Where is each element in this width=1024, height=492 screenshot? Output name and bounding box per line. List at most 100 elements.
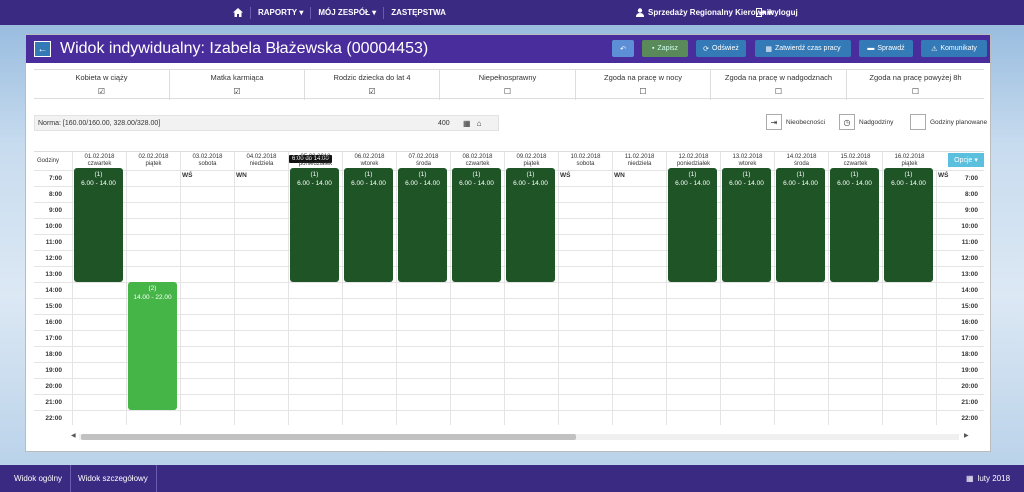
attr-niepelnosprawny: Niepełnosprawny ☐ <box>439 70 575 100</box>
hour-label-right: 22:00 <box>961 415 978 422</box>
day-date: 16.02.2018 <box>894 154 925 160</box>
checkbox-unchecked-icon[interactable]: ☐ <box>847 87 984 96</box>
shift-block[interactable]: (1) 6.00 - 14.00 <box>398 168 447 282</box>
hour-label-right: 10:00 <box>961 223 978 230</box>
shift-count: (1) <box>688 171 697 178</box>
back-button[interactable]: ← <box>34 41 51 57</box>
user-menu[interactable]: Sprzedaży Regionalny Kierownik <box>636 0 773 25</box>
tab-widok-szczegolowy[interactable]: Widok szczegółowy <box>70 465 157 492</box>
logout-icon <box>756 8 765 17</box>
messages-button[interactable]: ⚠ Komunikaty <box>921 40 987 57</box>
tab-widok-ogolny[interactable]: Widok ogólny <box>6 465 72 492</box>
home-icon[interactable] <box>226 7 250 19</box>
scroll-thumb[interactable] <box>81 434 576 440</box>
shift-time: 6.00 - 14.00 <box>459 180 494 187</box>
options-button[interactable]: Opcje ▾ <box>948 153 984 167</box>
nav-zastepstwa[interactable]: ZASTĘPSTWA <box>383 6 453 19</box>
norm-value: 400 <box>438 119 450 127</box>
shift-block[interactable]: (2) 14.00 - 22.00 <box>128 282 177 410</box>
refresh-icon: ⟳ <box>703 45 710 53</box>
day-off-marker: WN <box>236 172 247 179</box>
save-button[interactable]: ▪ Zapisz <box>642 40 688 57</box>
scroll-right-icon[interactable]: ▶ <box>964 432 969 439</box>
shift-block[interactable]: (1) 6.00 - 14.00 <box>74 168 123 282</box>
shift-block[interactable]: (1) 6.00 - 14.00 <box>344 168 393 282</box>
hour-label: 20:00 <box>45 383 62 390</box>
nav-moj-zespol[interactable]: MÓJ ZESPÓŁ ▾ <box>310 6 383 19</box>
day-header: 10.02.2018 sobota <box>558 152 612 170</box>
planned-hours-icon <box>910 114 926 130</box>
day-weekday: czwartek <box>465 161 490 167</box>
day-header: 03.02.2018 sobota <box>180 152 234 170</box>
scroll-left-icon[interactable]: ◀ <box>71 432 76 439</box>
home-icon[interactable]: ⌂ <box>477 119 482 128</box>
hour-label: 18:00 <box>45 351 62 358</box>
clock-icon: ◷ <box>839 114 855 130</box>
shift-block[interactable]: (1) 6.00 - 14.00 <box>668 168 717 282</box>
logout-link[interactable]: wyloguj <box>756 0 798 25</box>
day-weekday: niedziela <box>627 161 652 167</box>
shift-time: 6.00 - 14.00 <box>297 180 332 187</box>
schedule-grid: Godziny 6:00 do 14:00 Opcje ▾ 01.02.2018… <box>34 151 984 425</box>
shift-time: 14.00 - 22.00 <box>133 294 172 301</box>
checkbox-unchecked-icon[interactable]: ☐ <box>440 87 575 96</box>
hour-label-right: 7:00 <box>964 175 978 182</box>
day-weekday: piątek <box>145 161 162 167</box>
attr-praca-w-nocy: Zgoda na pracę w nocy ☐ <box>575 70 710 100</box>
shift-block[interactable]: (1) 6.00 - 14.00 <box>722 168 771 282</box>
day-date: 01.02.2018 <box>84 154 115 160</box>
legend-nieobecnosci[interactable]: ⇥ Nieobecności <box>766 114 825 130</box>
day-date: 14.02.2018 <box>786 154 817 160</box>
day-off-marker: WN <box>614 172 625 179</box>
legend-nadgodziny[interactable]: ◷ Nadgodziny <box>839 114 893 130</box>
hour-label: 16:00 <box>45 319 62 326</box>
truck-icon: ▬ <box>867 45 875 52</box>
shift-block[interactable]: (1) 6.00 - 14.00 <box>830 168 879 282</box>
nav-raporty[interactable]: RAPORTY ▾ <box>250 6 310 19</box>
checkbox-unchecked-icon[interactable]: ☐ <box>576 87 710 96</box>
checkbox-checked-icon[interactable]: ☑ <box>34 87 169 96</box>
norm-bar: Norma: [160.00/160.00, 328.00/328.00] 40… <box>34 115 499 131</box>
day-date: 13.02.2018 <box>732 154 763 160</box>
hour-label: 17:00 <box>45 335 62 342</box>
legend-godziny-planowane[interactable]: Godziny planowane <box>910 114 987 130</box>
day-weekday: piątek <box>523 161 540 167</box>
day-weekday: środa <box>793 161 809 167</box>
hour-label: 8:00 <box>48 191 62 198</box>
shift-block[interactable]: (1) 6.00 - 14.00 <box>290 168 339 282</box>
user-icon <box>636 8 644 17</box>
day-off-marker: WŚ <box>560 172 571 179</box>
hour-label-right: 12:00 <box>961 255 978 262</box>
checkbox-unchecked-icon[interactable]: ☐ <box>711 87 846 96</box>
hour-label: 7:00 <box>48 175 62 182</box>
hour-label-right: 18:00 <box>961 351 978 358</box>
hour-label-right: 11:00 <box>961 239 978 246</box>
shift-count: (1) <box>418 171 427 178</box>
checkbox-checked-icon[interactable]: ☑ <box>305 87 439 96</box>
check-button[interactable]: ▬ Sprawdź <box>859 40 913 57</box>
day-weekday: sobota <box>576 161 595 167</box>
shift-count: (1) <box>742 171 751 178</box>
day-date: 10.02.2018 <box>570 154 601 160</box>
approve-time-button[interactable]: ▦ Zatwierdź czas pracy <box>755 40 851 57</box>
hour-label-right: 13:00 <box>961 271 978 278</box>
shift-block[interactable]: (1) 6.00 - 14.00 <box>452 168 501 282</box>
hour-label-right: 9:00 <box>964 207 978 214</box>
day-date: 12.02.2018 <box>678 154 709 160</box>
day-weekday: poniedziałek <box>298 161 333 167</box>
shift-block[interactable]: (1) 6.00 - 14.00 <box>506 168 555 282</box>
checkbox-checked-icon[interactable]: ☑ <box>170 87 304 96</box>
undo-button[interactable]: ↶ <box>612 40 634 57</box>
floppy-icon: ▪ <box>651 45 655 52</box>
shift-count: (1) <box>472 171 481 178</box>
calendar-icon[interactable]: ▦ <box>463 119 471 128</box>
shift-time: 6.00 - 14.00 <box>891 180 926 187</box>
shift-block[interactable]: (1) 6.00 - 14.00 <box>884 168 933 282</box>
shift-time: 6.00 - 14.00 <box>783 180 818 187</box>
shift-count: (1) <box>94 171 103 178</box>
shift-block[interactable]: (1) 6.00 - 14.00 <box>776 168 825 282</box>
refresh-button[interactable]: ⟳ Odśwież <box>696 40 746 57</box>
horizontal-scrollbar[interactable]: ◀ ▶ <box>71 432 971 442</box>
shift-time: 6.00 - 14.00 <box>729 180 764 187</box>
period-selector[interactable]: ▦ luty 2018 <box>966 465 1010 492</box>
